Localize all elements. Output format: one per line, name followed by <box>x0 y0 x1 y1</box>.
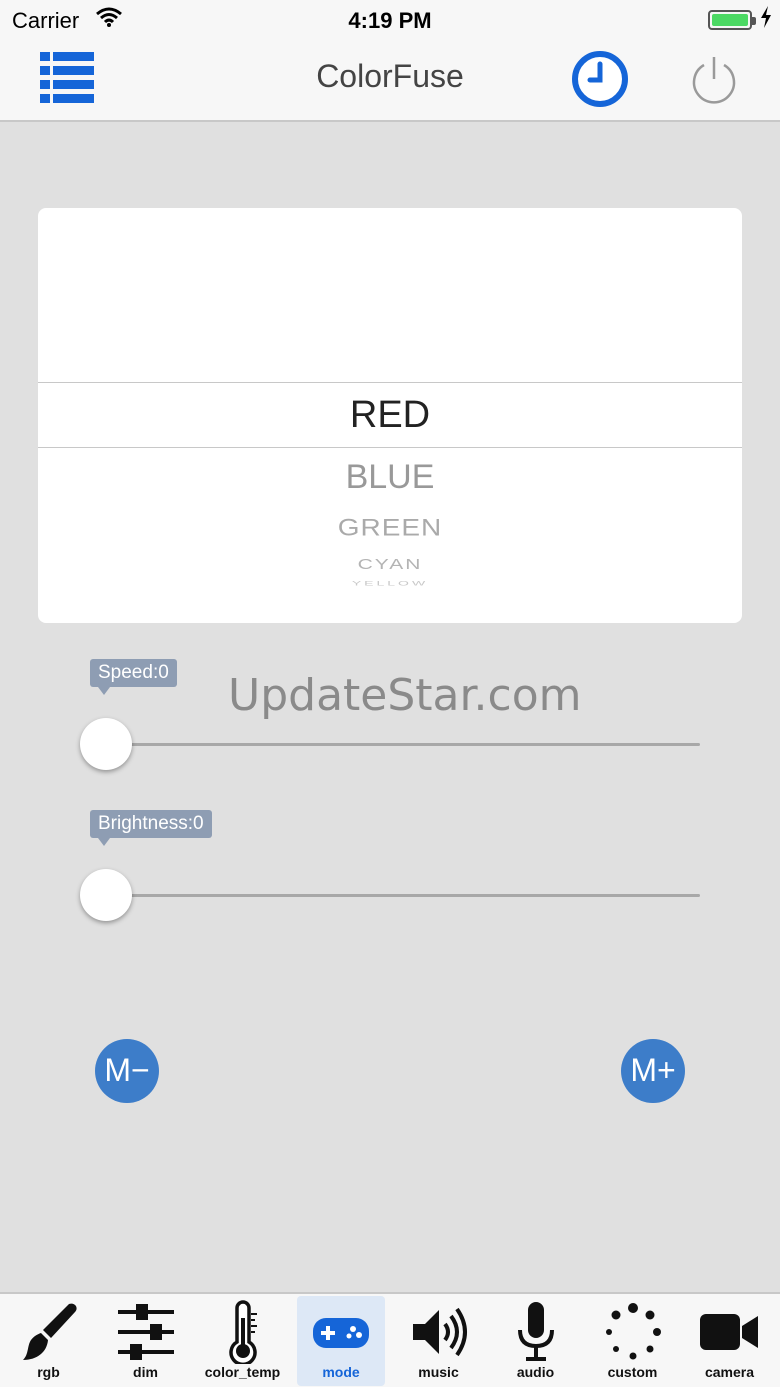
tab-label: audio <box>516 1364 555 1380</box>
charging-icon <box>760 6 772 34</box>
picker-option[interactable]: BLUE <box>38 458 742 497</box>
tab-label: color_temp <box>204 1364 281 1380</box>
speaker-icon <box>390 1300 487 1364</box>
timer-clock-icon[interactable] <box>571 50 629 108</box>
picker-option-selected[interactable]: RED <box>38 394 742 437</box>
sliders-icon <box>97 1300 194 1364</box>
picker-option[interactable]: YELLOW <box>38 579 742 586</box>
dots-circle-icon <box>584 1300 681 1364</box>
power-icon[interactable] <box>689 55 739 105</box>
brush-icon <box>0 1300 97 1364</box>
tab-label: camera <box>704 1364 755 1380</box>
tab-label: music <box>418 1364 459 1380</box>
camera-icon <box>681 1300 778 1364</box>
speed-slider[interactable]: Speed:0 <box>80 659 700 775</box>
tab-mode[interactable]: mode <box>297 1296 385 1386</box>
thermometer-icon <box>194 1300 291 1364</box>
tab-bar: rgb dim color_temp mode music audio cust… <box>0 1292 780 1387</box>
mode-previous-button[interactable]: M− <box>95 1039 159 1103</box>
tab-camera[interactable]: camera <box>681 1296 778 1386</box>
speed-value-tooltip: Speed:0 <box>90 659 177 695</box>
mode-next-button[interactable]: M+ <box>621 1039 685 1103</box>
tab-label: rgb <box>37 1364 60 1380</box>
watermark-text: UpdateStar.com <box>228 670 582 721</box>
tab-color-temp[interactable]: color_temp <box>194 1296 291 1386</box>
picker-option[interactable]: GREEN <box>38 514 742 541</box>
tab-rgb[interactable]: rgb <box>0 1296 97 1386</box>
app-title: ColorFuse <box>316 58 464 94</box>
battery-icon <box>708 10 756 30</box>
gamepad-icon <box>297 1300 385 1364</box>
tab-dim[interactable]: dim <box>97 1296 194 1386</box>
tab-label: dim <box>133 1364 158 1380</box>
tab-audio[interactable]: audio <box>487 1296 584 1386</box>
picker-selection-bottom-line <box>38 447 742 448</box>
status-time: 4:19 PM <box>348 8 432 33</box>
top-bar: Carrier 4:19 PM ColorFuse <box>0 0 780 122</box>
mode-picker[interactable]: RED BLUE GREEN CYAN YELLOW <box>38 208 742 623</box>
speed-slider-track[interactable] <box>104 743 700 746</box>
microphone-icon <box>487 1300 584 1364</box>
brightness-slider[interactable]: Brightness:0 <box>80 810 700 926</box>
brightness-value-tooltip: Brightness:0 <box>90 810 212 846</box>
brightness-slider-thumb[interactable] <box>80 869 132 921</box>
tab-label: custom <box>607 1364 658 1380</box>
speed-slider-thumb[interactable] <box>80 718 132 770</box>
picker-option[interactable]: CYAN <box>38 557 742 574</box>
status-bar: Carrier 4:19 PM <box>0 0 780 40</box>
tab-custom[interactable]: custom <box>584 1296 681 1386</box>
picker-selection-top-line <box>38 382 742 383</box>
tab-music[interactable]: music <box>390 1296 487 1386</box>
brightness-slider-track[interactable] <box>104 894 700 897</box>
tab-label: mode <box>322 1364 360 1380</box>
